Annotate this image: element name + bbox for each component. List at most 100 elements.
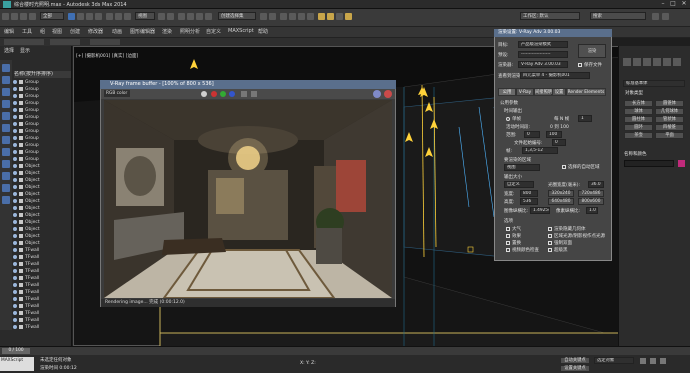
- eye-icon[interactable]: [13, 289, 17, 294]
- menu-modifiers[interactable]: 修改器: [88, 28, 103, 35]
- motion-tab-icon[interactable]: [653, 58, 661, 66]
- render-button[interactable]: 渲染: [578, 44, 606, 58]
- unlink-icon[interactable]: [29, 13, 36, 20]
- color-circle-icon[interactable]: [201, 91, 207, 97]
- workspace-dropdown[interactable]: 工作区: 默认: [520, 12, 580, 20]
- tab-render-elements[interactable]: Render Elements: [566, 88, 606, 96]
- primitive-button[interactable]: 球体: [624, 108, 653, 115]
- eye-icon[interactable]: [13, 296, 17, 301]
- eye-icon[interactable]: [13, 275, 17, 280]
- eye-icon[interactable]: [13, 142, 17, 147]
- end-icon[interactable]: [660, 358, 666, 364]
- red-channel-icon[interactable]: [211, 91, 217, 97]
- explorer-tab-select[interactable]: 选择: [4, 47, 14, 54]
- frames-field[interactable]: 1,3,5-12: [522, 147, 558, 154]
- eye-icon[interactable]: [13, 191, 17, 196]
- name-color-rollout[interactable]: 名称和颜色: [624, 151, 647, 157]
- named-selection-dropdown[interactable]: 创建选择集: [218, 12, 256, 20]
- minimize-icon[interactable]: –: [658, 0, 668, 8]
- eye-icon[interactable]: [13, 114, 17, 119]
- undo-icon[interactable]: [2, 13, 9, 20]
- select-by-name-icon[interactable]: [77, 13, 84, 20]
- list-item[interactable]: Group: [13, 149, 71, 156]
- auto-region-checkbox[interactable]: 选择的自动区域: [562, 164, 600, 170]
- filter-groups-icon[interactable]: [2, 136, 10, 144]
- list-item[interactable]: TFwall: [13, 324, 71, 331]
- frame-indicator[interactable]: 0 / 100: [2, 348, 30, 354]
- spinner-snap-icon[interactable]: [205, 13, 212, 20]
- aperture-field[interactable]: 36.0: [588, 181, 604, 188]
- menu-rendering[interactable]: 渲染: [162, 28, 172, 35]
- channel-dropdown[interactable]: RGB color: [104, 90, 130, 97]
- menu-create[interactable]: 创建: [70, 28, 80, 35]
- list-item[interactable]: TFwall: [13, 268, 71, 275]
- eye-icon[interactable]: [13, 247, 17, 252]
- list-item[interactable]: TFwall: [13, 261, 71, 268]
- explorer-header[interactable]: 名称(按升序排序): [14, 71, 71, 78]
- list-item[interactable]: TFwall: [13, 289, 71, 296]
- move-icon[interactable]: [106, 13, 113, 20]
- align-icon[interactable]: [269, 13, 276, 20]
- blue-channel-icon[interactable]: [229, 91, 235, 97]
- list-item[interactable]: Object: [13, 170, 71, 177]
- eye-icon[interactable]: [13, 184, 17, 189]
- percent-snap-icon[interactable]: [196, 13, 203, 20]
- region-select-icon[interactable]: [86, 13, 93, 20]
- area-lights-checkbox[interactable]: 区域光源/阴影视作点光源: [548, 233, 605, 239]
- width-field[interactable]: 800: [520, 190, 538, 197]
- eye-icon[interactable]: [13, 205, 17, 210]
- tab-vray[interactable]: V-Ray: [516, 88, 534, 96]
- preset-dropdown[interactable]: -------------------: [518, 51, 568, 58]
- tab-settings[interactable]: 设置: [552, 88, 566, 96]
- list-item[interactable]: Object: [13, 177, 71, 184]
- green-channel-icon[interactable]: [220, 91, 226, 97]
- reference-coord-dropdown[interactable]: 视图: [135, 12, 155, 20]
- render-area-dropdown[interactable]: 视图: [504, 164, 540, 171]
- snap-icon[interactable]: [178, 13, 185, 20]
- eye-icon[interactable]: [13, 198, 17, 203]
- display-all-icon[interactable]: [2, 172, 10, 180]
- menu-customize[interactable]: 自定义: [206, 28, 221, 35]
- list-item[interactable]: Group: [13, 86, 71, 93]
- list-item[interactable]: TFwall: [13, 303, 71, 310]
- video-color-checkbox[interactable]: 视频颜色检查: [506, 247, 539, 253]
- target-dropdown[interactable]: 产品级渲染模式: [518, 41, 568, 48]
- help-icon[interactable]: [652, 13, 659, 20]
- list-item[interactable]: Object: [13, 212, 71, 219]
- maximize-icon[interactable]: □: [668, 0, 678, 8]
- view-dropdown[interactable]: 四元菜单 4 - 摄影机001: [520, 72, 590, 79]
- filter-cameras-icon[interactable]: [2, 100, 10, 108]
- curve-editor-icon[interactable]: [298, 13, 305, 20]
- ribbon-tab[interactable]: [4, 39, 44, 45]
- list-item[interactable]: Object: [13, 198, 71, 205]
- eye-icon[interactable]: [13, 79, 17, 84]
- single-radio[interactable]: 单帧: [506, 116, 521, 122]
- eye-icon[interactable]: [13, 226, 17, 231]
- eye-icon[interactable]: [13, 219, 17, 224]
- ribbon-tab[interactable]: [90, 39, 120, 45]
- eye-icon[interactable]: [13, 107, 17, 112]
- modify-tab-icon[interactable]: [633, 58, 641, 66]
- primitive-button[interactable]: 圆柱体: [624, 116, 653, 123]
- menu-graph-editors[interactable]: 图形编辑器: [130, 28, 155, 35]
- eye-icon[interactable]: [13, 163, 17, 168]
- filter-geometry-icon[interactable]: [2, 64, 10, 72]
- preset-320x240-button[interactable]: 320x240: [548, 190, 574, 197]
- stop-render-icon[interactable]: [384, 90, 392, 98]
- menu-group[interactable]: 组: [40, 28, 45, 35]
- eye-icon[interactable]: [13, 170, 17, 175]
- render-production-icon[interactable]: [345, 13, 352, 20]
- eye-icon[interactable]: [13, 303, 17, 308]
- render-setup-icon[interactable]: [327, 13, 334, 20]
- list-item[interactable]: Object: [13, 163, 71, 170]
- explorer-tab-display[interactable]: 显示: [20, 47, 30, 54]
- window-crossing-icon[interactable]: [95, 13, 102, 20]
- clear-image-icon[interactable]: [251, 91, 257, 97]
- play-icon[interactable]: [640, 358, 646, 364]
- render-region-icon[interactable]: [373, 90, 381, 98]
- list-item[interactable]: TFwall: [13, 282, 71, 289]
- eye-icon[interactable]: [13, 177, 17, 182]
- filter-bones-icon[interactable]: [2, 160, 10, 168]
- displacement-checkbox[interactable]: 置换: [506, 240, 521, 246]
- primitive-button[interactable]: 长方体: [624, 100, 653, 107]
